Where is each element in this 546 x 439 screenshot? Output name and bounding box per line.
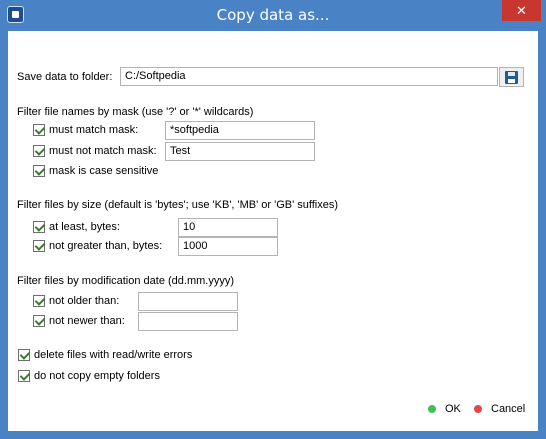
not-newer-input[interactable] (138, 312, 238, 331)
not-older-checkbox[interactable] (33, 295, 45, 307)
at-least-checkbox[interactable] (33, 221, 45, 233)
at-least-input[interactable]: 10 (178, 218, 278, 237)
date-section-heading: Filter files by modification date (dd.mm… (17, 275, 235, 287)
dialog-window: Copy data as... ✕ Save data to folder: C… (0, 0, 546, 439)
must-match-label: must match mask: (49, 124, 139, 136)
not-greater-checkbox[interactable] (33, 240, 45, 252)
close-button[interactable]: ✕ (502, 0, 541, 21)
not-greater-label: not greater than, bytes: (49, 240, 163, 252)
dialog-body: Save data to folder: C:/Softpedia Filter… (8, 31, 538, 431)
window-title: Copy data as... (216, 6, 330, 24)
ok-dot-icon (428, 405, 436, 413)
ok-button-label: OK (445, 403, 461, 415)
delete-errors-checkbox[interactable] (18, 349, 30, 361)
not-greater-input[interactable]: 1000 (178, 237, 278, 256)
cancel-button-label: Cancel (491, 403, 526, 415)
not-newer-label: not newer than: (49, 315, 125, 327)
title-bar[interactable]: Copy data as... ✕ (0, 0, 546, 31)
case-sensitive-label: mask is case sensitive (49, 165, 159, 177)
must-not-match-input[interactable]: Test (165, 142, 315, 161)
must-match-input[interactable]: *softpedia (165, 121, 315, 140)
must-match-checkbox[interactable] (33, 124, 45, 136)
not-older-input[interactable] (138, 292, 238, 311)
case-sensitive-checkbox[interactable] (33, 165, 45, 177)
must-not-match-checkbox[interactable] (33, 145, 45, 157)
size-section-heading: Filter files by size (default is 'bytes'… (17, 199, 339, 211)
ok-button[interactable]: OK (424, 400, 464, 420)
browse-folder-button[interactable] (499, 67, 524, 87)
cancel-dot-icon (474, 405, 482, 413)
save-folder-label: Save data to folder: (17, 71, 113, 83)
at-least-label: at least, bytes: (49, 221, 120, 233)
cancel-button[interactable]: Cancel (470, 400, 532, 420)
must-not-match-label: must not match mask: (49, 145, 157, 157)
delete-errors-label: delete files with read/write errors (34, 349, 193, 361)
not-older-label: not older than: (49, 295, 120, 307)
save-folder-input[interactable]: C:/Softpedia (120, 67, 498, 86)
no-empty-folders-label: do not copy empty folders (34, 370, 160, 382)
mask-section-heading: Filter file names by mask (use '?' or '*… (17, 106, 254, 118)
no-empty-folders-checkbox[interactable] (18, 370, 30, 382)
floppy-disk-icon (505, 71, 518, 84)
not-newer-checkbox[interactable] (33, 315, 45, 327)
